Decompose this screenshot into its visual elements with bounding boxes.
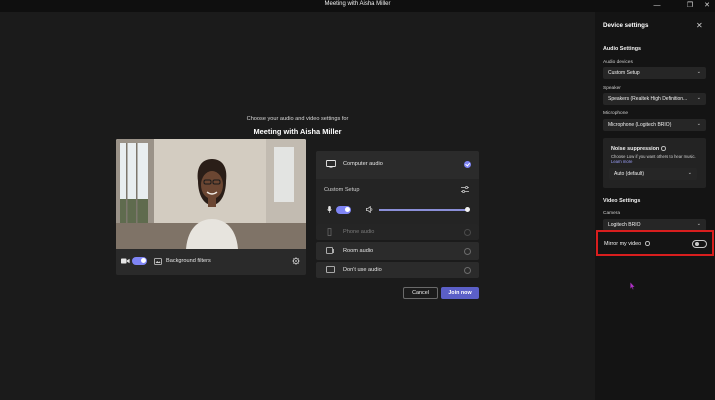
- audio-option-radio: [464, 228, 471, 236]
- sliders-icon[interactable]: [461, 186, 469, 193]
- audio-devices-value: Custom Setup: [608, 70, 640, 77]
- mirror-video-highlight: Mirror my video: [596, 230, 714, 256]
- speaker-dropdown[interactable]: Speakers (Realtek High Definition... ⌄: [603, 93, 706, 105]
- audio-option-computer[interactable]: Computer audio Custom Setup: [316, 151, 479, 229]
- audio-option-label: Don't use audio: [343, 267, 382, 273]
- chevron-down-icon: ⌄: [696, 95, 701, 101]
- noise-suppression-box: Noise suppression Choose Low if you want…: [603, 138, 706, 188]
- audio-option-none[interactable]: Don't use audio: [316, 262, 479, 278]
- microphone-icon: [327, 206, 332, 213]
- mouse-cursor-icon: [630, 282, 635, 290]
- audio-option-label: Room audio: [343, 248, 374, 254]
- close-icon[interactable]: ✕: [696, 21, 703, 30]
- room-icon: [326, 247, 334, 254]
- custom-setup-label: Custom Setup: [324, 187, 360, 193]
- camera-icon: [121, 258, 130, 264]
- audio-settings-heading: Audio Settings: [603, 46, 642, 52]
- mirror-video-label: Mirror my video: [604, 241, 650, 247]
- audio-option-radio[interactable]: [464, 247, 471, 255]
- audio-option-phone: Phone audio: [316, 224, 479, 240]
- audio-option-radio-selected[interactable]: [464, 161, 471, 168]
- gear-icon[interactable]: [292, 257, 300, 265]
- computer-audio-icon: [326, 160, 336, 168]
- video-settings-heading: Video Settings: [603, 198, 641, 204]
- video-preview: [116, 139, 306, 249]
- phone-icon: [327, 228, 332, 236]
- speaker-icon: [366, 206, 373, 213]
- mirror-video-text: Mirror my video: [604, 241, 642, 247]
- camera-value: Logitech BRIO: [608, 222, 641, 229]
- window-title: Meeting with Aisha Miller: [324, 1, 391, 7]
- minimize-icon[interactable]: —: [650, 0, 664, 12]
- background-filters-button[interactable]: Background filters: [166, 258, 211, 264]
- chevron-down-icon: ⌄: [696, 121, 701, 127]
- audio-option-label: Phone audio: [343, 229, 375, 235]
- noise-suppression-label: Noise suppression: [611, 146, 660, 152]
- info-icon[interactable]: [645, 241, 650, 246]
- camera-label: Camera: [603, 211, 621, 216]
- maximize-icon[interactable]: ❐: [683, 0, 697, 12]
- speaker-value: Speakers (Realtek High Definition...: [608, 96, 688, 103]
- close-icon[interactable]: ✕: [700, 0, 714, 12]
- audio-devices-dropdown[interactable]: Custom Setup ⌄: [603, 67, 706, 79]
- microphone-toggle[interactable]: [336, 206, 351, 214]
- chevron-down-icon: ⌄: [696, 69, 701, 75]
- custom-setup-row: Custom Setup: [316, 179, 479, 229]
- learn-more-link[interactable]: Learn more: [611, 159, 632, 164]
- audio-devices-label: Audio devices: [603, 60, 633, 65]
- speaker-label: Speaker: [603, 86, 621, 91]
- join-now-button[interactable]: Join now: [441, 287, 479, 299]
- video-controls-bar: Background filters: [116, 249, 306, 275]
- info-icon[interactable]: [661, 146, 666, 151]
- cancel-button[interactable]: Cancel: [403, 287, 438, 299]
- camera-toggle[interactable]: [132, 257, 147, 265]
- title-bar: Meeting with Aisha Miller — ❐ ✕: [0, 0, 715, 12]
- microphone-dropdown[interactable]: Microphone (Logitech BRIO) ⌄: [603, 119, 706, 131]
- noise-suppression-description: Choose Low if you want others to hear mu…: [611, 154, 701, 164]
- video-preview-card: Background filters: [116, 139, 306, 275]
- speaker-volume-thumb[interactable]: [465, 207, 470, 212]
- meeting-title: Meeting with Aisha Miller: [253, 127, 342, 136]
- device-settings-title: Device settings: [603, 22, 649, 29]
- audio-option-room[interactable]: Room audio: [316, 242, 479, 260]
- background-filters-icon: [154, 258, 162, 265]
- noise-suppression-title: Noise suppression: [611, 146, 666, 152]
- noise-suppression-dropdown[interactable]: Auto (default) ⌄: [609, 168, 697, 180]
- audio-option-radio[interactable]: [464, 266, 471, 274]
- no-audio-icon: [326, 266, 335, 273]
- prejoin-subtitle: Choose your audio and video settings for: [246, 116, 349, 122]
- device-settings-panel: Device settings ✕ Audio Settings Audio d…: [595, 12, 715, 400]
- microphone-value: Microphone (Logitech BRIO): [608, 122, 672, 129]
- speaker-volume-track[interactable]: [379, 209, 467, 211]
- audio-option-label: Computer audio: [343, 161, 383, 167]
- chevron-down-icon: ⌄: [696, 221, 701, 227]
- video-feed-image: [116, 139, 306, 249]
- mirror-video-toggle[interactable]: [692, 240, 707, 248]
- microphone-label: Microphone: [603, 111, 629, 116]
- chevron-down-icon: ⌄: [687, 170, 692, 176]
